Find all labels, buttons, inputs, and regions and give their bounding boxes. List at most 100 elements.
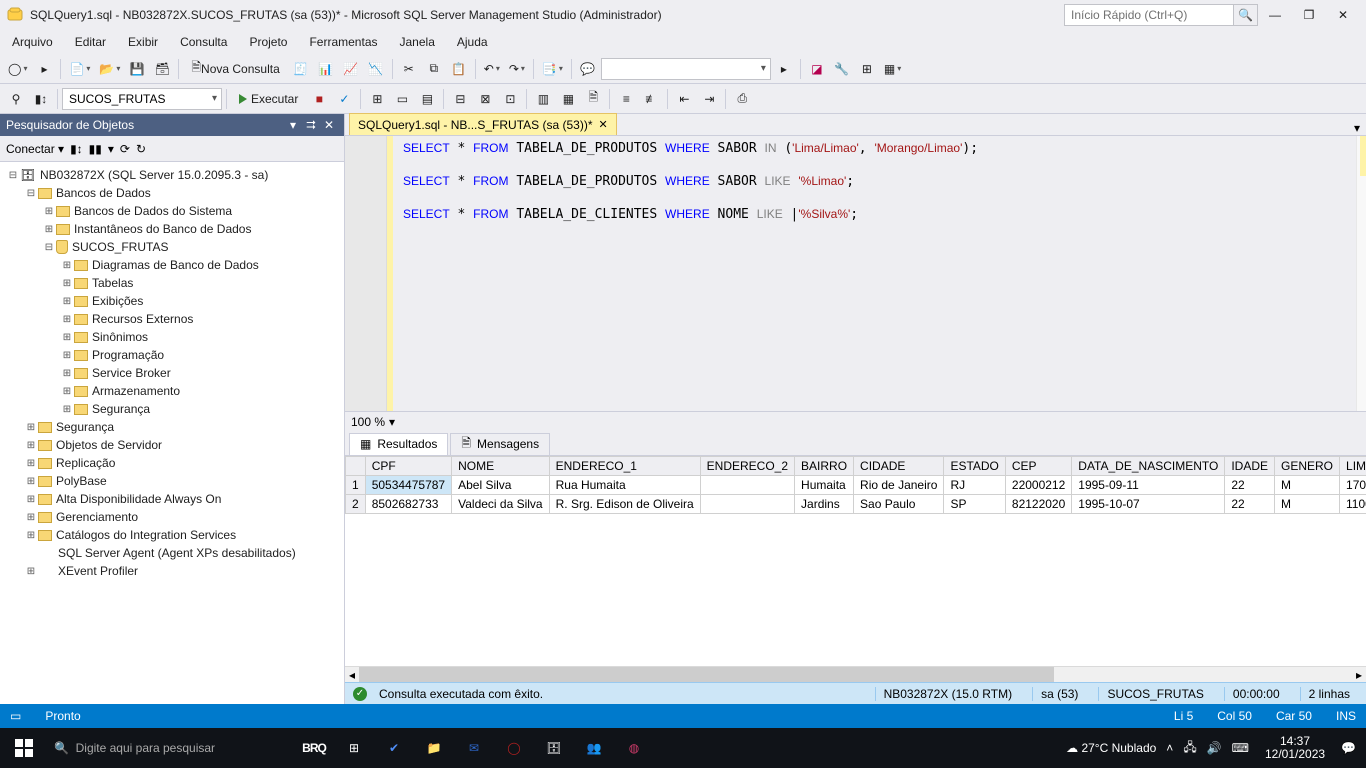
find-button[interactable]: 📑	[538, 57, 567, 81]
column-header[interactable]: CPF	[365, 456, 451, 475]
tray-network-icon[interactable]: 🖧	[1183, 738, 1196, 759]
taskbar-search[interactable]: 🔍 Digite aqui para pesquisar	[44, 728, 294, 768]
save-button[interactable]: 💾	[125, 57, 149, 81]
document-tab[interactable]: SQLQuery1.sql - NB...S_FRUTAS (sa (53))*…	[349, 113, 617, 135]
menu-exibir[interactable]: Exibir	[118, 31, 168, 53]
collapse-icon[interactable]: ⊟	[6, 170, 20, 181]
expand-icon[interactable]: ⊞	[42, 224, 56, 235]
tree-node[interactable]: ⊞Alta Disponibilidade Always On	[2, 490, 342, 508]
expand-icon[interactable]: ⊞	[24, 422, 38, 433]
navigate-back-button[interactable]: ◯	[4, 57, 31, 81]
cell[interactable]: 1995-10-07	[1072, 494, 1225, 513]
tree-node[interactable]: ⊞Catálogos do Integration Services	[2, 526, 342, 544]
column-header[interactable]: DATA_DE_NASCIMENTO	[1072, 456, 1225, 475]
xmla-query-icon[interactable]: 📉	[364, 57, 388, 81]
column-header[interactable]: GENERO	[1275, 456, 1340, 475]
cell[interactable]: 50534475787	[365, 475, 451, 494]
expand-icon[interactable]: ⊞	[24, 476, 38, 487]
oe-filter-icon[interactable]: ▾	[108, 142, 114, 156]
column-header[interactable]: CIDADE	[854, 456, 944, 475]
expand-icon[interactable]: ⊞	[24, 530, 38, 541]
tree-node[interactable]: ⊞Segurança	[2, 418, 342, 436]
column-header[interactable]: ESTADO	[944, 456, 1005, 475]
sql-editor[interactable]: SELECT * FROM TABELA_DE_PRODUTOS WHERE S…	[345, 136, 1366, 411]
db-engine-query-icon[interactable]: 🧾	[289, 57, 313, 81]
expand-icon[interactable]: ⊞	[24, 494, 38, 505]
oe-stop-icon[interactable]: ⟳	[120, 142, 130, 156]
tree-node[interactable]: ⊞Bancos de Dados do Sistema	[2, 202, 342, 220]
explorer-icon[interactable]: 📁	[414, 728, 454, 768]
cell[interactable]: SP	[944, 494, 1005, 513]
available-databases-icon[interactable]: ▮↕	[29, 87, 53, 111]
comment-icon[interactable]: 💬	[576, 57, 600, 81]
tree-node[interactable]: ⊞Tabelas	[2, 274, 342, 292]
expand-icon[interactable]: ⊞	[60, 350, 74, 361]
uncomment-icon[interactable]: ≢	[639, 87, 663, 111]
column-header[interactable]: ENDERECO_2	[700, 456, 794, 475]
expand-icon[interactable]: ⊞	[24, 458, 38, 469]
zoom-chevron-icon[interactable]: ▾	[389, 415, 395, 429]
cell[interactable]: M	[1275, 475, 1340, 494]
navigate-fwd-button[interactable]: ▸	[32, 57, 56, 81]
menu-ajuda[interactable]: Ajuda	[447, 31, 498, 53]
save-all-button[interactable]: 🗃	[150, 57, 174, 81]
tree-node[interactable]: ⊞Objetos de Servidor	[2, 436, 342, 454]
include-client-stats-icon[interactable]: ⊡	[498, 87, 522, 111]
expand-icon[interactable]: ⊞	[60, 296, 74, 307]
row-number[interactable]: 2	[346, 494, 366, 513]
database-combo[interactable]: SUCOS_FRUTAS	[62, 88, 222, 110]
cell[interactable]: Rio de Janeiro	[854, 475, 944, 494]
object-explorer-header[interactable]: Pesquisador de Objetos ▾ ⮆ ✕	[0, 114, 344, 136]
table-row[interactable]: 150534475787Abel SilvaRua HumaitaHumaita…	[346, 475, 1366, 494]
expand-icon[interactable]: ⊞	[60, 260, 74, 271]
execute-button[interactable]: Executar	[231, 87, 306, 111]
minimize-button[interactable]: —	[1258, 1, 1292, 29]
notifications-icon[interactable]: 💬	[1341, 741, 1356, 755]
menu-editar[interactable]: Editar	[65, 31, 116, 53]
app-icon[interactable]: ◍	[614, 728, 654, 768]
expand-icon[interactable]: ⊞	[60, 404, 74, 415]
scroll-map[interactable]	[1356, 136, 1366, 411]
tree-node[interactable]: ⊟Bancos de Dados	[2, 184, 342, 202]
tree-root[interactable]: ⊟ 🗄 NB032872X (SQL Server 15.0.2095.3 - …	[2, 166, 342, 184]
cell[interactable]: Jardins	[795, 494, 854, 513]
todo-icon[interactable]: ✔	[374, 728, 414, 768]
close-button[interactable]: ✕	[1326, 1, 1360, 29]
object-explorer-tree[interactable]: ⊟ 🗄 NB032872X (SQL Server 15.0.2095.3 - …	[0, 162, 344, 704]
column-header[interactable]: CEP	[1005, 456, 1071, 475]
outlook-icon[interactable]: ✉	[454, 728, 494, 768]
expand-icon[interactable]: ⊞	[60, 278, 74, 289]
menu-ferramentas[interactable]: Ferramentas	[299, 31, 387, 53]
tree-node[interactable]: ⊞Gerenciamento	[2, 508, 342, 526]
cell[interactable]: RJ	[944, 475, 1005, 494]
tree-node[interactable]: ⊞Segurança	[2, 400, 342, 418]
cell[interactable]: R. Srg. Edison de Oliveira	[549, 494, 700, 513]
column-header[interactable]: ENDERECO_1	[549, 456, 700, 475]
code-text[interactable]: SELECT * FROM TABELA_DE_PRODUTOS WHERE S…	[387, 136, 1366, 411]
expand-icon[interactable]: ⊞	[42, 206, 56, 217]
row-number[interactable]: 1	[346, 475, 366, 494]
results-to-grid-icon[interactable]: ▦	[556, 87, 580, 111]
new-item-button[interactable]: 📄	[65, 57, 94, 81]
tray-volume-icon[interactable]: 🔊	[1207, 741, 1222, 755]
tree-node[interactable]: ⊞Diagramas de Banco de Dados	[2, 256, 342, 274]
ssms-icon[interactable]: 🗄	[534, 728, 574, 768]
menu-arquivo[interactable]: Arquivo	[2, 31, 63, 53]
opera-icon[interactable]: ◯	[494, 728, 534, 768]
brq-icon[interactable]: BRQ	[294, 728, 334, 768]
tree-node[interactable]: ⊞Service Broker	[2, 364, 342, 382]
cut-icon[interactable]: ✂	[397, 57, 421, 81]
tree-node[interactable]: SQL Server Agent (Agent XPs desabilitado…	[2, 544, 342, 562]
mdx-query-icon[interactable]: 📊	[314, 57, 338, 81]
change-connection-icon[interactable]: ⚲	[4, 87, 28, 111]
tab-overflow-icon[interactable]: ▾	[1348, 121, 1366, 135]
cell[interactable]	[700, 494, 794, 513]
teams-icon[interactable]: 👥	[574, 728, 614, 768]
column-header[interactable]: BAIRRO	[795, 456, 854, 475]
cell[interactable]: Valdeci da Silva	[452, 494, 550, 513]
cell[interactable]: Abel Silva	[452, 475, 550, 494]
expand-icon[interactable]: ⊟	[24, 188, 38, 199]
cell[interactable]	[700, 475, 794, 494]
cell[interactable]: 1995-09-11	[1072, 475, 1225, 494]
increase-indent-icon[interactable]: ⇥	[697, 87, 721, 111]
